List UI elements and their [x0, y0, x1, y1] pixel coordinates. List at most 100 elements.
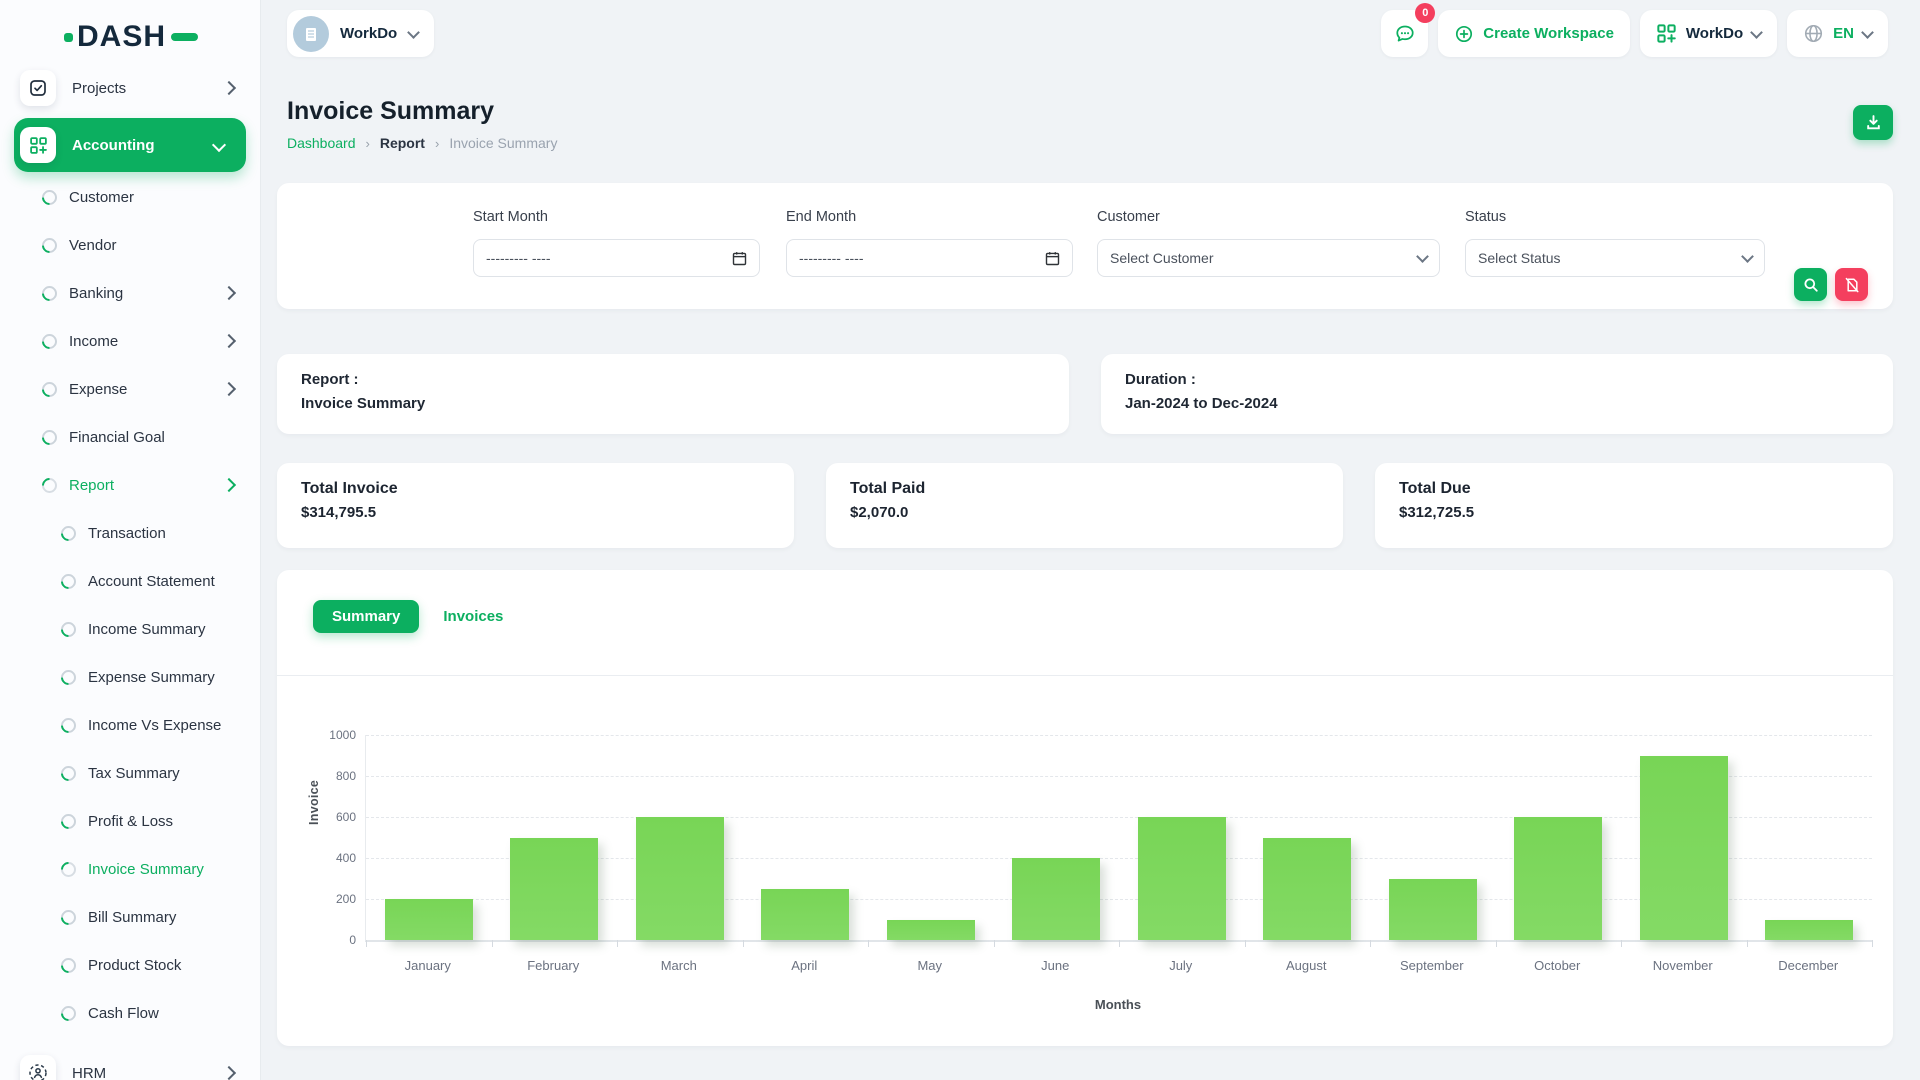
total-due-value: $312,725.5: [1399, 504, 1869, 521]
sidebar-item-financial-goal[interactable]: Financial Goal: [0, 413, 260, 461]
circle-plus-icon: [1454, 24, 1474, 44]
app-canvas: DASH Projects Accounting Customer Vendor Ban…: [0, 0, 1920, 1080]
sidebar-item-bill-summary[interactable]: Bill Summary: [0, 893, 260, 941]
tab-invoices[interactable]: Invoices: [443, 608, 503, 625]
total-invoice-card: Total Invoice $314,795.5: [277, 463, 794, 548]
sidebar-item-tax-summary[interactable]: Tax Summary: [0, 749, 260, 797]
end-month-input[interactable]: --------- ----: [786, 239, 1073, 277]
x-axis-tick-label: December: [1746, 958, 1872, 973]
bar-january[interactable]: [385, 899, 473, 940]
sidebar-item-report[interactable]: Report: [0, 461, 260, 509]
tab-summary[interactable]: Summary: [313, 600, 419, 633]
breadcrumb: Dashboard › Report › Invoice Summary: [287, 135, 557, 151]
sidebar-item-income[interactable]: Income: [0, 317, 260, 365]
bullet-ring-icon: [58, 714, 79, 735]
start-month-value: --------- ----: [486, 250, 732, 266]
sidebar-item-income-vs-expense[interactable]: Income Vs Expense: [0, 701, 260, 749]
sidebar-item-hrm[interactable]: HRM: [0, 1049, 260, 1080]
sidebar-item-accounting[interactable]: Accounting: [14, 118, 246, 172]
sidebar-item-label: Account Statement: [88, 573, 260, 590]
create-workspace-label: Create Workspace: [1483, 25, 1614, 42]
sidebar-item-vendor[interactable]: Vendor: [0, 221, 260, 269]
sidebar-menu: ProjectsAccountingCustomerVendorBankingI…: [0, 70, 260, 1080]
chevron-right-icon: [222, 334, 236, 348]
breadcrumb-report[interactable]: Report: [380, 135, 425, 151]
report-tabs: Summary Invoices: [313, 600, 503, 633]
x-axis-tick: [743, 940, 744, 947]
chevron-down-icon: [1416, 250, 1429, 263]
x-axis-tick: [1496, 940, 1497, 947]
chevron-right-icon: [222, 382, 236, 396]
calendar-icon: [1045, 251, 1060, 266]
bullet-ring-icon: [58, 570, 79, 591]
sidebar-item-cash-flow[interactable]: Cash Flow: [0, 989, 260, 1037]
create-workspace-button[interactable]: Create Workspace: [1438, 10, 1630, 57]
total-invoice-value: $314,795.5: [301, 504, 770, 521]
x-axis-tick-label: March: [616, 958, 742, 973]
sidebar-item-label: Vendor: [69, 237, 260, 254]
status-select[interactable]: Select Status: [1465, 239, 1765, 277]
messages-button[interactable]: 0: [1381, 10, 1428, 57]
topbar-actions: 0 Create Workspace WorkDo: [1381, 10, 1888, 57]
bar-july[interactable]: [1138, 817, 1226, 940]
sidebar-item-projects[interactable]: Projects: [0, 70, 260, 106]
bar-february[interactable]: [510, 838, 598, 941]
bar-november[interactable]: [1640, 756, 1728, 941]
bar-march[interactable]: [636, 817, 724, 940]
app-switcher-button[interactable]: WorkDo: [1640, 10, 1777, 57]
sidebar-item-expense[interactable]: Expense: [0, 365, 260, 413]
brand-logo[interactable]: DASH: [64, 22, 198, 52]
sidebar-item-label: HRM: [72, 1065, 224, 1080]
sidebar-item-label: Financial Goal: [69, 429, 260, 446]
bullet-ring-icon: [39, 330, 60, 351]
breadcrumb-dashboard[interactable]: Dashboard: [287, 135, 356, 151]
x-axis-tick-label: June: [993, 958, 1119, 973]
total-invoice-label: Total Invoice: [301, 480, 770, 498]
x-axis-tick-label: October: [1495, 958, 1621, 973]
sidebar-item-label: Customer: [69, 189, 260, 206]
bar-may[interactable]: [887, 920, 975, 941]
bullet-ring-icon: [58, 1002, 79, 1023]
x-axis-title: Months: [365, 997, 1871, 1012]
summary-chart-card: Summary Invoices Invoice 020040060080010…: [277, 570, 1893, 1046]
chevron-right-icon: [222, 478, 236, 492]
chevron-right-icon: ›: [366, 136, 370, 151]
bar-september[interactable]: [1389, 879, 1477, 941]
sidebar-item-label: Expense: [69, 381, 224, 398]
bar-april[interactable]: [761, 889, 849, 940]
bar-chart-plot: 02004006008001000: [365, 735, 1872, 942]
search-button[interactable]: [1794, 268, 1827, 301]
sidebar-item-banking[interactable]: Banking: [0, 269, 260, 317]
sidebar-item-invoice-summary[interactable]: Invoice Summary: [0, 845, 260, 893]
total-paid-value: $2,070.0: [850, 504, 1319, 521]
sidebar-item-expense-summary[interactable]: Expense Summary: [0, 653, 260, 701]
x-axis-tick: [492, 940, 493, 947]
bar-october[interactable]: [1514, 817, 1602, 940]
sidebar-item-label: Income Summary: [88, 621, 260, 638]
chevron-down-icon: [1750, 26, 1763, 39]
duration-label: Duration :: [1125, 371, 1869, 388]
workspace-selector[interactable]: WorkDo: [287, 10, 434, 57]
duration-info-card: Duration : Jan-2024 to Dec-2024: [1101, 354, 1893, 434]
sidebar-item-profit-loss[interactable]: Profit & Loss: [0, 797, 260, 845]
sidebar-item-transaction[interactable]: Transaction: [0, 509, 260, 557]
duration-value: Jan-2024 to Dec-2024: [1125, 395, 1869, 412]
reset-filter-button[interactable]: [1835, 268, 1868, 301]
bullet-ring-icon: [39, 186, 60, 207]
language-selector[interactable]: EN: [1787, 10, 1888, 57]
download-button[interactable]: [1853, 105, 1893, 140]
x-axis-tick: [1747, 940, 1748, 947]
bar-december[interactable]: [1765, 920, 1853, 941]
y-axis-tick-label: 400: [302, 851, 356, 865]
bar-august[interactable]: [1263, 838, 1351, 941]
sidebar-item-product-stock[interactable]: Product Stock: [0, 941, 260, 989]
customer-select[interactable]: Select Customer: [1097, 239, 1440, 277]
start-month-input[interactable]: --------- ----: [473, 239, 760, 277]
end-month-value: --------- ----: [799, 250, 1045, 266]
sidebar-item-account-statement[interactable]: Account Statement: [0, 557, 260, 605]
sidebar-item-income-summary[interactable]: Income Summary: [0, 605, 260, 653]
sidebar-item-label: Expense Summary: [88, 669, 260, 686]
grid-plus-icon: [20, 127, 56, 163]
sidebar-item-customer[interactable]: Customer: [0, 173, 260, 221]
bar-june[interactable]: [1012, 858, 1100, 940]
